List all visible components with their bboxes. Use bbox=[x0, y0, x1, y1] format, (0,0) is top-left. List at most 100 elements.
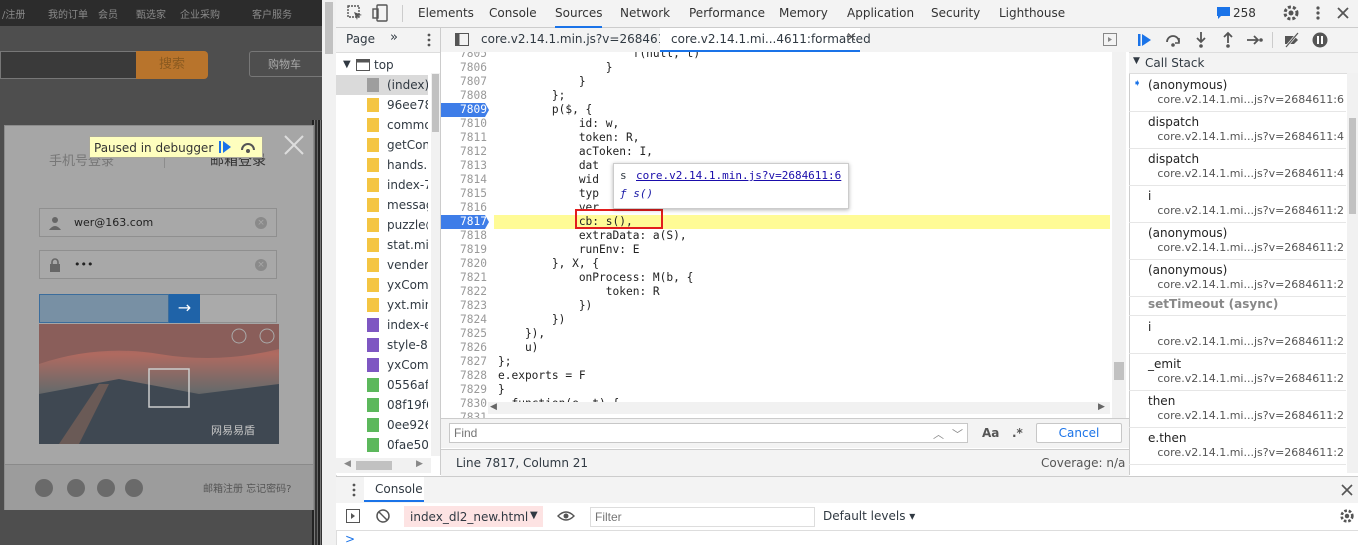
file-tree-item[interactable]: (index) bbox=[336, 75, 428, 95]
frame-location[interactable]: core.v2.14.1.mi...js?v=2684611:4 bbox=[1157, 167, 1344, 180]
file-tree-item[interactable]: 0ee926 bbox=[336, 415, 428, 435]
clear-password-icon[interactable]: × bbox=[255, 259, 267, 271]
netease-icon[interactable] bbox=[125, 479, 143, 497]
step-icon[interactable] bbox=[1246, 31, 1264, 49]
line-number[interactable]: 7829 bbox=[441, 383, 487, 397]
page-scrollbar-thumb[interactable] bbox=[325, 2, 333, 54]
regex-toggle[interactable]: .* bbox=[1012, 426, 1023, 440]
clear-console-icon[interactable] bbox=[376, 509, 390, 523]
find-cancel-button[interactable]: Cancel bbox=[1036, 423, 1122, 443]
sidebar-scrollbar-thumb[interactable] bbox=[1349, 118, 1356, 214]
frame-location[interactable]: core.v2.14.1.mi...js?v=2684611:2 bbox=[1157, 409, 1344, 422]
file-tree-item[interactable]: stat.mir bbox=[336, 235, 428, 255]
line-number[interactable]: 7815 bbox=[441, 187, 487, 201]
line-number[interactable]: 7826 bbox=[441, 341, 487, 355]
scroll-left-icon[interactable]: ◀ bbox=[490, 402, 497, 412]
weibo-icon[interactable] bbox=[97, 479, 115, 497]
find-next-icon[interactable]: ﹀ bbox=[952, 426, 963, 442]
tab-lighthouse[interactable]: Lighthouse bbox=[999, 0, 1065, 26]
tab-security[interactable]: Security bbox=[931, 0, 980, 26]
tab-memory[interactable]: Memory bbox=[779, 0, 828, 26]
editor-scrollbar-thumb[interactable] bbox=[1114, 362, 1124, 380]
wechat-icon[interactable] bbox=[35, 479, 53, 497]
call-frame[interactable]: i core.v2.14.1.mi...js?v=2684611:2 bbox=[1129, 316, 1346, 354]
deactivate-breakpoints-icon[interactable] bbox=[1283, 31, 1301, 49]
hscroll-thumb[interactable] bbox=[356, 461, 392, 470]
call-frame[interactable]: ➧ (anonymous) core.v2.14.1.mi...js?v=26846… bbox=[1129, 74, 1346, 112]
console-prompt[interactable]: > bbox=[345, 532, 355, 546]
line-number[interactable]: 7819 bbox=[441, 243, 487, 257]
site-search-button[interactable]: 搜索 bbox=[136, 51, 208, 79]
line-number[interactable]: 7809 bbox=[441, 103, 487, 117]
register-forgot-links[interactable]: 邮箱注册 忘记密码? bbox=[203, 480, 292, 495]
resume-icon[interactable] bbox=[1136, 31, 1154, 49]
page-scrollbar[interactable] bbox=[322, 0, 337, 545]
line-number[interactable]: 7810 bbox=[441, 117, 487, 131]
line-number[interactable]: 7821 bbox=[441, 271, 487, 285]
file-tree-item[interactable]: hands.n bbox=[336, 155, 428, 175]
captcha-slider-handle[interactable]: → bbox=[169, 294, 200, 323]
expand-triangle-icon[interactable]: ▼ bbox=[343, 55, 351, 75]
call-frame[interactable]: (anonymous) core.v2.14.1.mi...js?v=268461… bbox=[1129, 259, 1346, 297]
file-tree-item[interactable]: 0fae504 bbox=[336, 435, 428, 455]
file-tree-item[interactable]: getCon bbox=[336, 135, 428, 155]
line-number[interactable]: 7816 bbox=[441, 201, 487, 215]
issues-icon[interactable] bbox=[1217, 7, 1230, 19]
line-number[interactable]: 7817 bbox=[441, 215, 487, 229]
line-number[interactable]: 7830 bbox=[441, 397, 487, 411]
line-number[interactable]: 7822 bbox=[441, 285, 487, 299]
top-link-service[interactable]: 客户服务 bbox=[252, 6, 292, 21]
file-tree-item[interactable]: 0556af0 bbox=[336, 375, 428, 395]
top-link-enterprise[interactable]: 企业采购 bbox=[180, 6, 220, 21]
resume-icon[interactable] bbox=[218, 140, 232, 154]
call-frame[interactable]: e.then core.v2.14.1.mi...js?v=2684611:2 bbox=[1129, 427, 1346, 465]
match-case-toggle[interactable]: Aa bbox=[982, 426, 999, 440]
tab-console[interactable]: Console bbox=[489, 0, 537, 26]
tree-item-top[interactable]: ▼ top bbox=[336, 55, 428, 75]
close-devtools-icon[interactable] bbox=[1334, 4, 1352, 22]
find-input[interactable] bbox=[449, 423, 929, 443]
frame-location[interactable]: core.v2.14.1.mi...js?v=2684611:4 bbox=[1157, 130, 1344, 143]
step-out-icon[interactable] bbox=[1219, 31, 1237, 49]
site-search-input[interactable] bbox=[0, 51, 137, 79]
line-number[interactable]: 7820 bbox=[441, 257, 487, 271]
close-drawer-icon[interactable] bbox=[1340, 483, 1354, 497]
tab-application[interactable]: Application bbox=[847, 0, 914, 26]
scroll-right-icon[interactable]: ▶ bbox=[1098, 402, 1105, 412]
email-field[interactable]: wer@163.com × bbox=[39, 208, 277, 237]
line-number[interactable]: 7825 bbox=[441, 327, 487, 341]
line-number[interactable]: 7813 bbox=[441, 159, 487, 173]
console-settings-icon[interactable] bbox=[1339, 508, 1355, 524]
file-tree-item[interactable]: vender- bbox=[336, 255, 428, 275]
frame-location[interactable]: core.v2.14.1.mi...js?v=2684611:2 bbox=[1157, 278, 1344, 291]
top-link-orders[interactable]: 我的订单 bbox=[48, 6, 88, 21]
device-toolbar-icon[interactable] bbox=[372, 4, 390, 22]
line-number[interactable]: 7808 bbox=[441, 89, 487, 103]
coverage-status[interactable]: Coverage: n/a bbox=[1041, 456, 1125, 470]
line-number[interactable]: 7812 bbox=[441, 145, 487, 159]
navigator-scrollbar-thumb[interactable] bbox=[432, 74, 439, 132]
line-number[interactable]: 7806 bbox=[441, 61, 487, 75]
frame-location[interactable]: core.v2.14.1.mi...js?v=2684611:2 bbox=[1157, 204, 1344, 217]
inspect-element-icon[interactable] bbox=[346, 4, 364, 22]
console-filter-input[interactable] bbox=[590, 507, 815, 527]
line-number[interactable]: 7811 bbox=[441, 131, 487, 145]
line-number[interactable]: 7827 bbox=[441, 355, 487, 369]
navigator-tab-page[interactable]: Page bbox=[346, 32, 375, 46]
find-previous-icon[interactable]: ︿ bbox=[933, 426, 944, 442]
log-levels-dropdown[interactable]: Default levels ▾ bbox=[823, 509, 915, 523]
frame-location[interactable]: core.v2.14.1.mi...js?v=2684611:2 bbox=[1157, 241, 1344, 254]
file-tree-item[interactable]: yxt.min. bbox=[336, 295, 428, 315]
tab-elements[interactable]: Elements bbox=[418, 0, 474, 26]
live-expression-eye-icon[interactable] bbox=[557, 509, 575, 523]
close-tab-icon[interactable]: × bbox=[846, 30, 857, 45]
issues-count[interactable]: 258 bbox=[1233, 6, 1256, 20]
code-editor[interactable]: 7805 f(null, t) 7806 } 7807 } 7808 }; 7809 p… bbox=[441, 52, 1129, 418]
editor-tab-minified[interactable]: core.v2.14.1.min.js?v=2684611 bbox=[481, 32, 673, 46]
qq-icon[interactable] bbox=[67, 479, 85, 497]
line-number[interactable]: 7831 bbox=[441, 411, 487, 418]
close-icon[interactable] bbox=[283, 134, 305, 156]
tab-sources[interactable]: Sources bbox=[555, 0, 603, 28]
call-stack-header[interactable]: ▼ Call Stack bbox=[1129, 53, 1358, 74]
file-tree-item[interactable]: index-7 bbox=[336, 175, 428, 195]
